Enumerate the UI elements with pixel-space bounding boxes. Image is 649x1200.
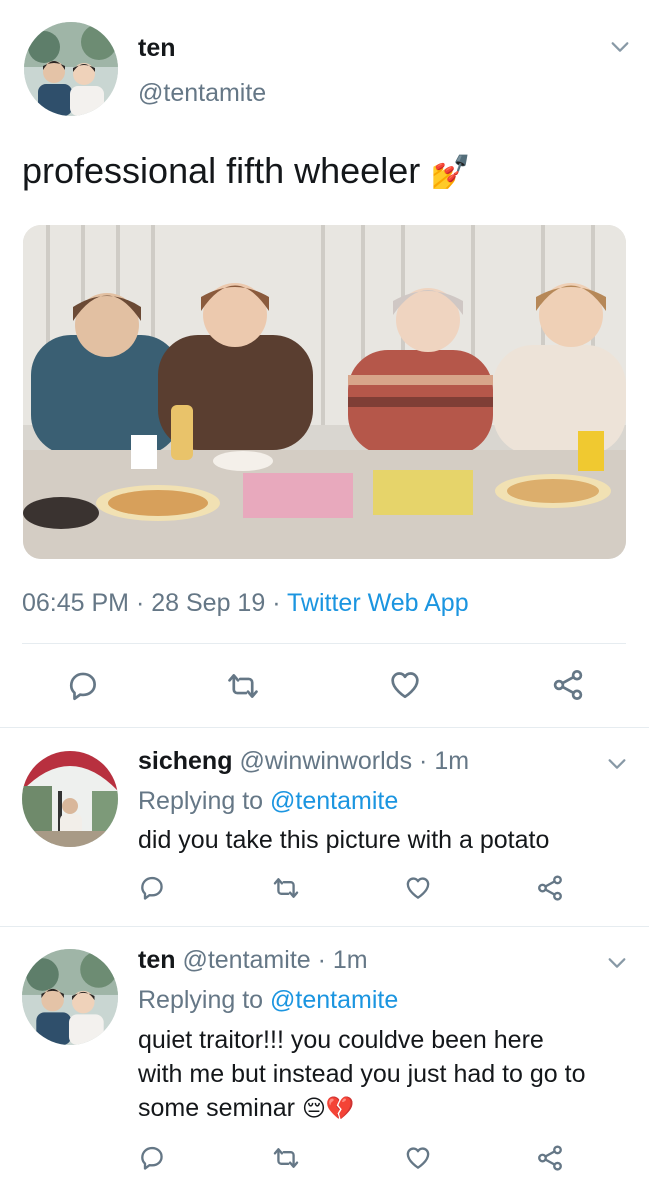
replying-to-label: Replying to [138,986,264,1014]
display-name[interactable]: ten [138,34,176,63]
handle[interactable]: @winwinworlds [239,747,412,775]
pensive-brokenheart-emoji: 😔💔 [301,1095,355,1121]
reply-age: 1m [434,747,470,775]
tweet-photo[interactable] [23,225,626,559]
divider [0,727,649,728]
reply-age: 1m [332,946,368,974]
replying-to-line: Replying to @tentamite [138,787,398,816]
chevron-down-icon[interactable] [606,753,628,775]
separator: · [135,589,145,617]
handle[interactable]: @tentamite [138,79,266,108]
replying-to-line: Replying to @tentamite [138,986,398,1015]
share-icon[interactable] [550,667,586,703]
like-icon[interactable] [403,1144,433,1172]
timestamp-line: 06:45 PM · 28 Sep 19 · Twitter Web App [22,589,469,618]
replying-to-label: Replying to [138,787,264,815]
avatar[interactable] [22,949,118,1045]
reply-text-line: some seminar 😔💔 [138,1091,586,1125]
avatar[interactable] [24,22,118,116]
separator: · [272,589,281,617]
chevron-down-icon[interactable] [609,36,631,58]
tweet-source-link[interactable]: Twitter Web App [287,589,469,617]
retweet-icon[interactable] [271,1144,301,1172]
reply-icon[interactable] [138,874,166,902]
mention-link[interactable]: @tentamite [270,787,398,815]
retweet-icon[interactable] [271,874,301,902]
tweet-date: 28 Sep 19 [151,589,266,617]
separator: · [419,747,428,775]
share-icon[interactable] [535,1143,565,1173]
avatar[interactable] [22,751,118,847]
like-icon[interactable] [403,874,433,902]
reply-text: quiet traitor!!! you couldve been here w… [138,1023,586,1125]
display-name[interactable]: ten [138,946,176,974]
divider [0,926,649,927]
reply-text-line-content: some seminar [138,1094,295,1122]
reply-icon[interactable] [138,1144,166,1172]
mention-link[interactable]: @tentamite [270,986,398,1014]
retweet-icon[interactable] [225,669,261,703]
reply-icon[interactable] [66,669,100,703]
reply-text: did you take this picture with a potato [138,826,550,854]
chevron-down-icon[interactable] [606,952,628,974]
nail-polish-emoji: 💅 [430,153,472,190]
divider [22,643,626,644]
handle[interactable]: @tentamite [182,946,310,974]
reply-header: sicheng @winwinworlds · 1m [138,747,469,776]
reply-text-line: quiet traitor!!! you couldve been here [138,1026,544,1054]
share-icon[interactable] [535,873,565,903]
tweet-text: professional fifth wheeler 💅 [22,150,471,192]
tweet-body: professional fifth wheeler [22,150,421,191]
like-icon[interactable] [387,668,423,702]
reply-text-line: with me but instead you just had to go t… [138,1060,586,1088]
display-name[interactable]: sicheng [138,747,232,775]
tweet-time: 06:45 PM [22,589,130,617]
separator: · [317,946,326,974]
reply-header: ten @tentamite · 1m [138,946,368,975]
